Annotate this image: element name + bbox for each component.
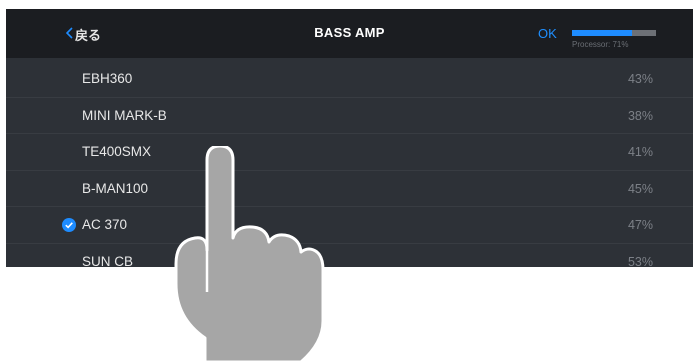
- amp-list-item[interactable]: B-MAN100 45%: [6, 171, 693, 207]
- amp-name: TE400SMX: [82, 144, 152, 159]
- amp-list-item[interactable]: TE400SMX 41%: [6, 134, 693, 171]
- amp-name: AC 370: [82, 217, 128, 232]
- amp-name: B-MAN100: [82, 180, 149, 196]
- navigation-header: 戻る BASS AMP OK Processor: 71%: [6, 9, 693, 58]
- processor-bar: [572, 30, 656, 36]
- processor-label: Processor: 71%: [572, 40, 629, 49]
- amp-list-item[interactable]: SUN CB 53%: [6, 244, 693, 268]
- amp-usage-percent: 45%: [627, 181, 653, 196]
- tap-hand-icon: [174, 146, 325, 362]
- amp-name: MINI MARK-B: [82, 107, 167, 123]
- amp-selector-panel: 戻る BASS AMP OK Processor: 71% EBH360 43% M…: [6, 9, 693, 267]
- amp-name: EBH360: [82, 71, 133, 86]
- amp-list-item[interactable]: EBH360 43%: [6, 61, 693, 98]
- amp-usage-percent: 43%: [627, 72, 653, 86]
- amp-usage-percent: 47%: [627, 218, 653, 232]
- amp-list-item[interactable]: AC 370 47%: [6, 207, 693, 244]
- amp-usage-percent: 53%: [627, 254, 653, 268]
- amp-name: SUN CB: [82, 253, 134, 268]
- amp-usage-percent: 38%: [627, 108, 653, 123]
- processor-bar-fill: [572, 30, 632, 36]
- processor-meter: Processor: 71%: [572, 30, 656, 50]
- amp-usage-percent: 41%: [627, 145, 653, 159]
- amp-list: EBH360 43% MINI MARK-B 38% TE400SMX 41% B-MAN1…: [6, 61, 693, 267]
- ok-button[interactable]: OK: [538, 26, 557, 41]
- checkmark-circle-icon: [62, 218, 76, 232]
- amp-list-item[interactable]: MINI MARK-B 38%: [6, 98, 693, 134]
